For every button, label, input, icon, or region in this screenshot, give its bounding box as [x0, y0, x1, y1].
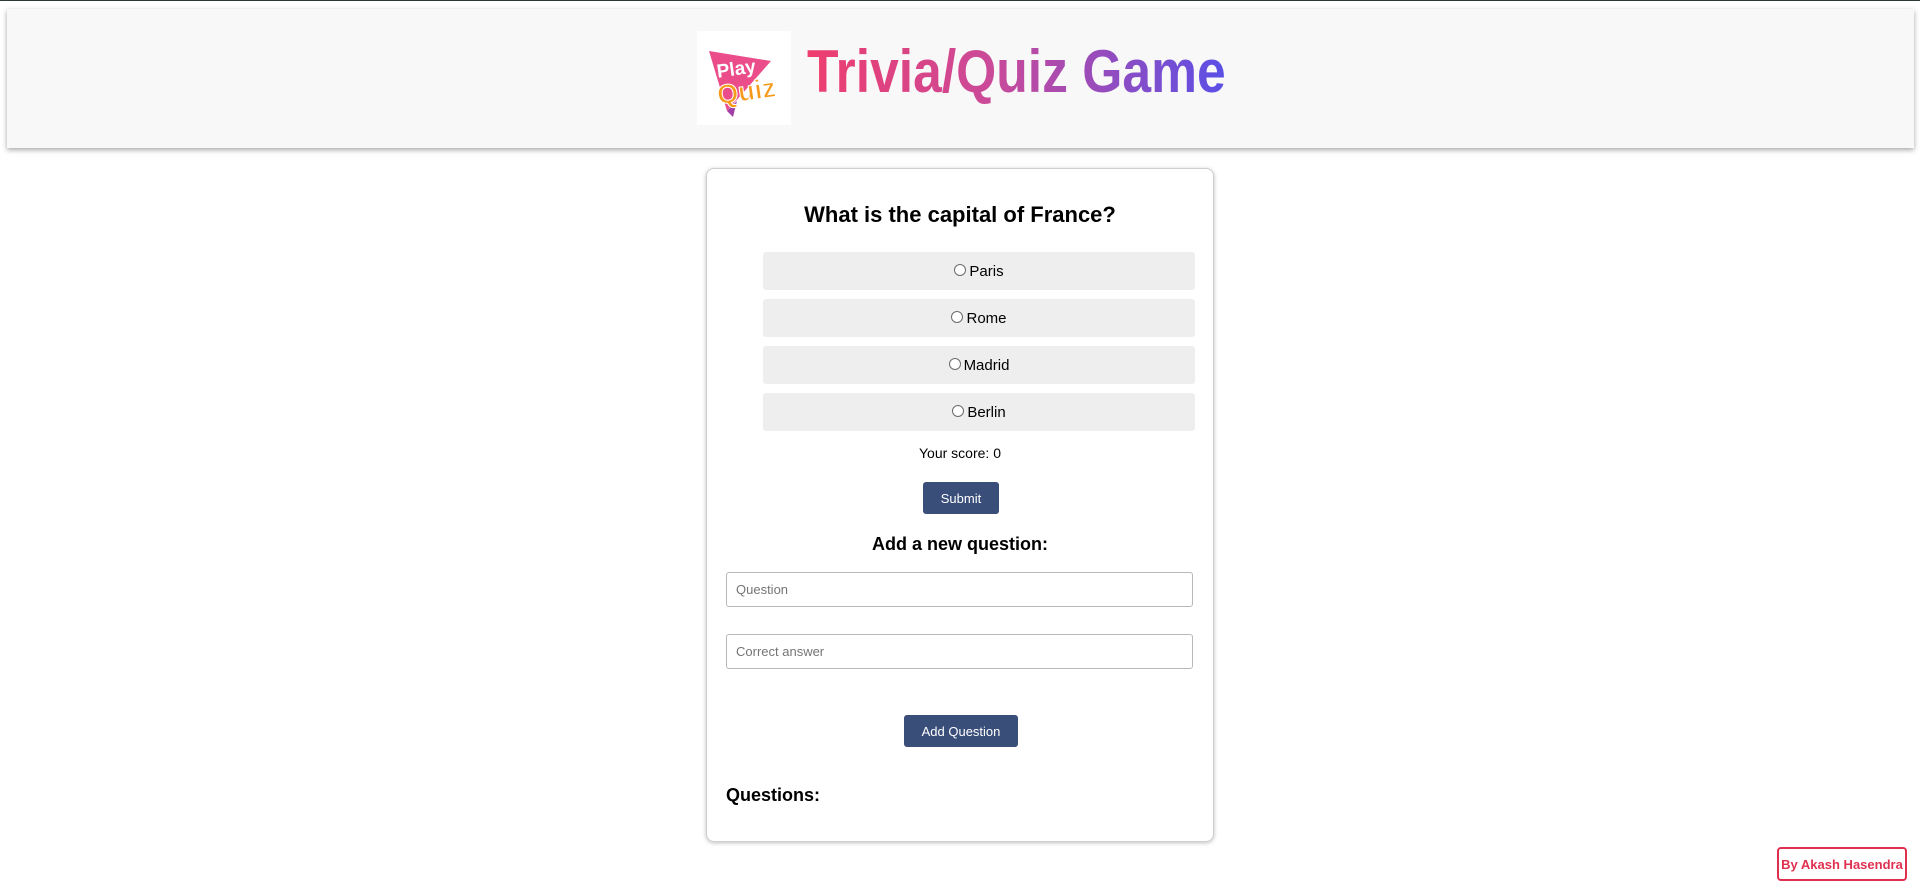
radio-button[interactable]: [948, 357, 961, 370]
question-text: What is the capital of France?: [804, 202, 1116, 227]
option-madrid[interactable]: Madrid: [763, 346, 1195, 384]
add-question-button[interactable]: Add Question: [904, 715, 1018, 747]
radio-button[interactable]: [952, 404, 965, 417]
logo-icon: Play Quiz: [697, 31, 791, 125]
page-title: Trivia/Quiz Game: [807, 27, 1226, 117]
option-label: Madrid: [963, 356, 1010, 374]
radio-button[interactable]: [951, 310, 964, 323]
author-badge[interactable]: By Akash Hasendra: [1777, 847, 1907, 881]
correct-answer-input[interactable]: [726, 634, 1193, 669]
option-rome[interactable]: Rome: [763, 299, 1195, 337]
option-label: Rome: [966, 309, 1007, 327]
radio-button[interactable]: [954, 263, 967, 276]
add-question-heading: Add a new question:: [871, 534, 1048, 554]
option-paris[interactable]: Paris: [763, 252, 1195, 290]
option-berlin[interactable]: Berlin: [763, 393, 1195, 431]
option-label: Paris: [969, 262, 1004, 280]
option-label: Berlin: [967, 403, 1006, 421]
quiz-card: What is the capital of France? Paris Rom…: [706, 168, 1214, 842]
score-text: Your score: 0: [919, 445, 1001, 461]
questions-list-heading: Questions:: [726, 785, 821, 805]
top-border: [0, 0, 1920, 1]
submit-button[interactable]: Submit: [923, 482, 999, 514]
play-quiz-logo: Play Quiz: [697, 31, 791, 125]
page-header: Play Quiz Trivia/Quiz Game: [7, 9, 1914, 148]
new-question-input[interactable]: [726, 572, 1193, 607]
